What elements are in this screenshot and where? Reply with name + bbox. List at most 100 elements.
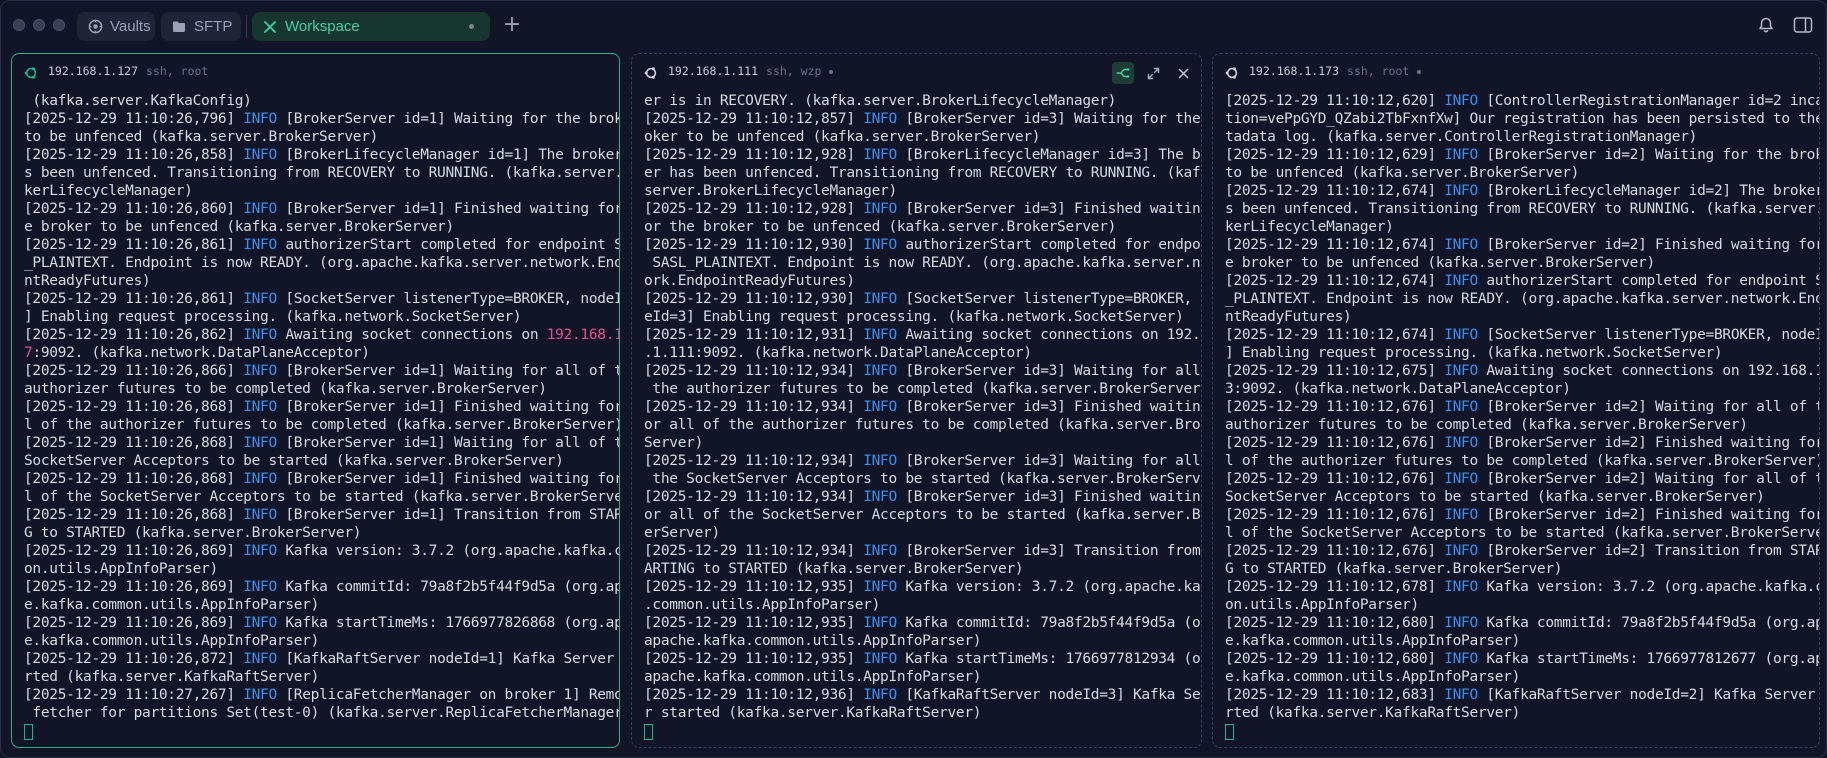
host-address: 192.168.1.127 ssh, root	[48, 64, 208, 78]
close-pane-button[interactable]	[1172, 62, 1194, 84]
log-level: INFO	[1444, 651, 1478, 667]
sidebar-toggle-icon[interactable]	[1793, 16, 1813, 36]
tab-label: Vaults	[110, 18, 151, 35]
log-level: INFO	[1444, 147, 1478, 163]
log-text: [BrokerServer id=1] Waiting for all of t…	[276, 363, 619, 379]
host-label: 192.168.1.173	[1249, 64, 1340, 78]
log-level: INFO	[243, 651, 277, 667]
log-line: or all of the authorizer futures to be c…	[644, 416, 1201, 434]
log-text: [2025-12-29 11:10:12,934]	[644, 453, 864, 469]
log-line: (kafka.server.KafkaConfig)	[24, 92, 619, 110]
bell-icon[interactable]	[1757, 16, 1777, 36]
log-line: on.utils.AppInfoParser)	[24, 560, 619, 578]
log-line: [2025-12-29 11:10:12,676] INFO [BrokerSe…	[1225, 470, 1819, 488]
terminal-pane-3[interactable]: 192.168.1.173 ssh, root [2025-12-29 11:10…	[1212, 53, 1820, 748]
log-text: [BrokerServer id=1] Finished waiting for…	[276, 471, 619, 487]
minimize-window-button[interactable]	[33, 19, 45, 31]
log-text: [2025-12-29 11:10:26,858]	[24, 147, 244, 163]
log-text: ARTING to STARTED (kafka.server.BrokerSe…	[644, 561, 1024, 577]
host-label: 192.168.1.111	[668, 64, 759, 78]
log-text: fetcher for partitions Set(test-0) (kafk…	[24, 705, 619, 721]
log-line: to be unfenced (kafka.server.BrokerServe…	[1225, 164, 1819, 182]
maximize-pane-button[interactable]	[1142, 62, 1164, 84]
log-text: eId=3] Enabling request processing. (kaf…	[644, 309, 1184, 325]
host-label: 192.168.1.127	[48, 64, 139, 78]
log-text: [2025-12-29 11:10:26,868]	[24, 507, 244, 523]
log-level: INFO	[1444, 327, 1478, 343]
new-tab-button[interactable]: +	[501, 14, 523, 37]
log-level: INFO	[863, 399, 897, 415]
log-text: [2025-12-29 11:10:12,680]	[1225, 615, 1445, 631]
log-text: e broker to be unfenced (kafka.server.Br…	[1225, 255, 1655, 271]
log-level: INFO	[243, 615, 277, 631]
log-line: tion=vePpGYD_QZabi2TbFxnfXw] Our registr…	[1225, 110, 1819, 128]
log-text: [BrokerServer id=3] Waiting for all of	[896, 453, 1201, 469]
tab-vaults[interactable]: Vaults	[77, 12, 155, 41]
connection-label: ssh, wzp	[766, 64, 822, 78]
close-window-button[interactable]	[13, 19, 25, 31]
terminal-output[interactable]: er is in RECOVERY. (kafka.server.BrokerL…	[644, 92, 1201, 747]
log-text: ntReadyFutures)	[24, 273, 151, 289]
log-line: SocketServer Acceptors to be started (ka…	[1225, 488, 1819, 506]
log-text: [BrokerServer id=2] Waiting for all of t…	[1477, 399, 1819, 415]
log-text: er has been unfenced. Transitioning from…	[644, 165, 1201, 181]
log-line: [2025-12-29 11:10:26,868] INFO [BrokerSe…	[24, 470, 619, 488]
log-level: INFO	[863, 651, 897, 667]
zoom-window-button[interactable]	[53, 19, 65, 31]
tab-sftp[interactable]: SFTP	[161, 12, 241, 41]
terminal-output[interactable]: (kafka.server.KafkaConfig) [2025-12-29 11…	[24, 92, 619, 747]
log-text: Kafka startTimeMs: 1766977812934 (org.	[896, 651, 1201, 667]
log-level: INFO	[863, 579, 897, 595]
vault-icon	[87, 19, 103, 35]
log-text: [ControllerRegistrationManager id=2 inca…	[1477, 93, 1819, 109]
log-level: INFO	[243, 147, 277, 163]
log-text: or all of the SocketServer Acceptors to …	[644, 507, 1201, 523]
log-line: oker to be unfenced (kafka.server.Broker…	[644, 128, 1201, 146]
log-line: ] Enabling request processing. (kafka.ne…	[1225, 344, 1819, 362]
log-text: [KafkaRaftServer nodeId=2] Kafka Server …	[1477, 687, 1819, 703]
log-line: [2025-12-29 11:10:26,869] INFO Kafka com…	[24, 578, 619, 596]
log-text: [2025-12-29 11:10:12,935]	[644, 615, 864, 631]
log-text: rted (kafka.server.KafkaRaftServer)	[1225, 705, 1521, 721]
log-text: [2025-12-29 11:10:26,796]	[24, 111, 244, 127]
log-text: ] Enabling request processing. (kafka.ne…	[1225, 345, 1723, 361]
highlighted-text: 192.168.1.12	[546, 327, 619, 343]
log-line: on.utils.AppInfoParser)	[1225, 596, 1819, 614]
pane-header: 192.168.1.173 ssh, root	[1213, 54, 1819, 90]
log-level: INFO	[243, 435, 277, 451]
log-line: ntReadyFutures)	[1225, 308, 1819, 326]
log-line: [2025-12-29 11:10:12,674] INFO [BrokerLi…	[1225, 182, 1819, 200]
log-text: [BrokerLifecycleManager id=1] The broker…	[276, 147, 619, 163]
log-line: to be unfenced (kafka.server.BrokerServe…	[24, 128, 619, 146]
log-line: l of the authorizer futures to be comple…	[1225, 452, 1819, 470]
log-text: [2025-12-29 11:10:26,872]	[24, 651, 244, 667]
terminal-pane-2[interactable]: 192.168.1.111 ssh, wzp er is in RECOVERY.…	[631, 53, 1202, 748]
log-line: [2025-12-29 11:10:12,935] INFO Kafka sta…	[644, 650, 1201, 668]
log-line: [2025-12-29 11:10:12,934] INFO [BrokerSe…	[644, 362, 1201, 380]
log-level: INFO	[1444, 273, 1478, 289]
log-line: e.kafka.common.utils.AppInfoParser)	[24, 596, 619, 614]
tab-workspace[interactable]: Workspace	[252, 12, 490, 41]
log-text: [2025-12-29 11:10:26,868]	[24, 399, 244, 415]
log-line: l of the authorizer futures to be comple…	[24, 416, 619, 434]
broadcast-input-button[interactable]	[1112, 62, 1134, 84]
log-level: INFO	[1444, 507, 1478, 523]
terminal-output[interactable]: [2025-12-29 11:10:12,620] INFO [Controll…	[1225, 92, 1819, 747]
log-line: apache.kafka.common.utils.AppInfoParser)	[644, 632, 1201, 650]
log-text: [KafkaRaftServer nodeId=3] Kafka Serve	[896, 687, 1201, 703]
log-text: Kafka version: 3.7.2 (org.apache.kafka	[896, 579, 1201, 595]
status-dot-icon	[829, 69, 834, 74]
terminal-cursor	[1225, 724, 1234, 740]
log-level: INFO	[863, 453, 897, 469]
log-line: erServer)	[644, 524, 1201, 542]
log-text: e broker to be unfenced (kafka.server.Br…	[24, 219, 454, 235]
tab-divider	[246, 15, 247, 38]
log-text: kerLifecycleManager)	[1225, 219, 1394, 235]
log-text: authorizerStart completed for endpoint S…	[276, 237, 619, 253]
log-text: [2025-12-29 11:10:26,861]	[24, 291, 244, 307]
log-text: [2025-12-29 11:10:12,676]	[1225, 543, 1445, 559]
terminal-pane-1[interactable]: 192.168.1.127 ssh, root (kafka.server.Kaf…	[11, 53, 620, 748]
log-line: rted (kafka.server.KafkaRaftServer)	[24, 668, 619, 686]
log-line: .1.111:9092. (kafka.network.DataPlaneAcc…	[644, 344, 1201, 362]
host-address: 192.168.1.111 ssh, wzp	[668, 64, 834, 78]
